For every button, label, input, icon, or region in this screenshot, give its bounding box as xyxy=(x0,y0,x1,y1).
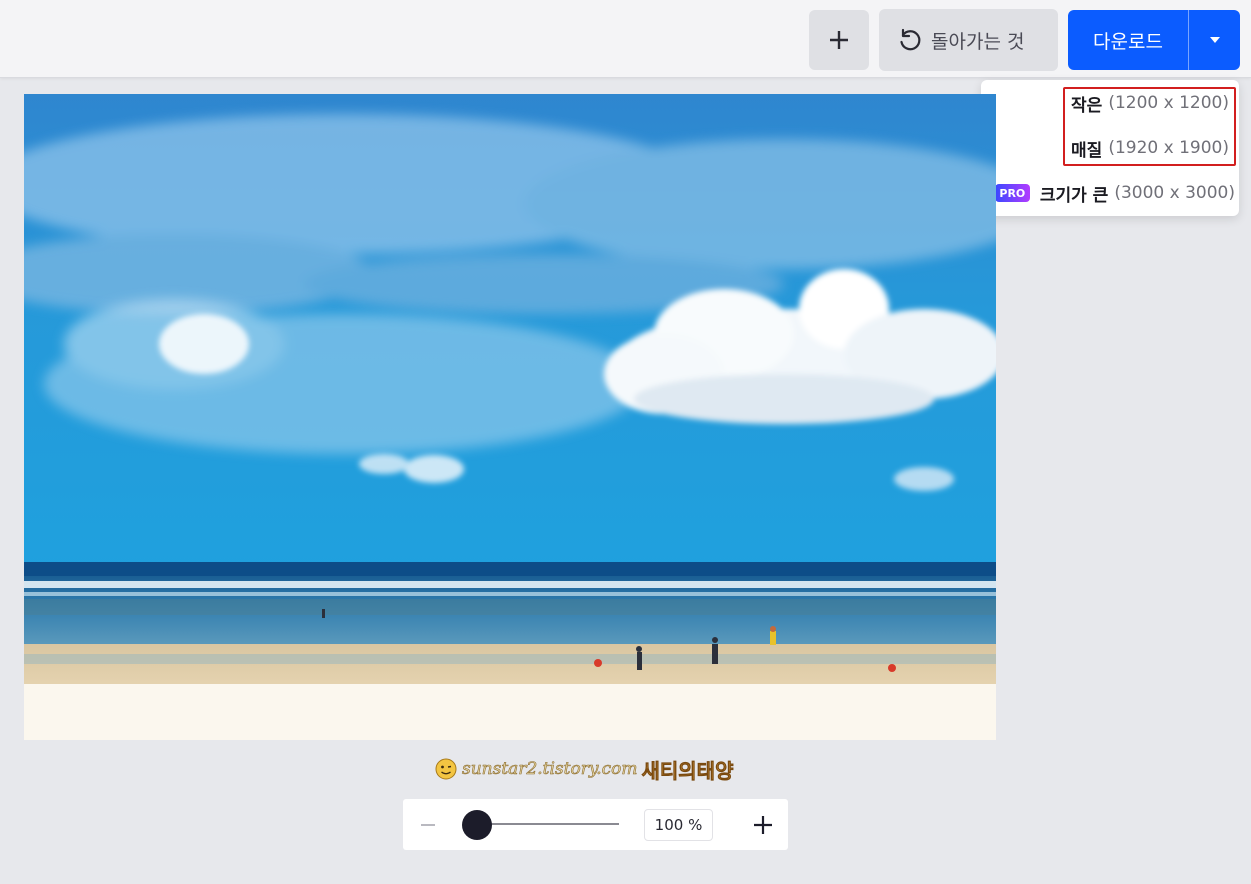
zoom-control: 100 % xyxy=(403,799,788,850)
download-button-group: 다운로드 xyxy=(1068,10,1240,70)
menu-item-size: (1920 x 1900) xyxy=(1108,138,1229,158)
download-size-menu: 작은 (1200 x 1200) 매질 (1920 x 1900) PRO 크기… xyxy=(981,80,1239,216)
menu-item-size: (3000 x 3000) xyxy=(1114,183,1235,203)
undo-icon xyxy=(900,28,921,51)
watermark-url: sunstar2.tistory.com xyxy=(462,759,638,780)
menu-item-medium[interactable]: 매질 (1920 x 1900) xyxy=(1071,136,1229,161)
minus-icon xyxy=(421,824,435,826)
undo-button-label: 돌아가는 것 xyxy=(931,30,1025,53)
beach-photo xyxy=(24,94,996,740)
pro-badge: PRO xyxy=(994,184,1030,202)
menu-item-name: 작은 xyxy=(1071,95,1103,116)
menu-item-name: 크기가 큰 xyxy=(1039,185,1109,206)
photo-canvas[interactable] xyxy=(24,94,996,740)
zoom-slider-thumb[interactable] xyxy=(462,810,492,840)
download-options-toggle[interactable] xyxy=(1189,10,1240,70)
add-button[interactable] xyxy=(809,10,869,70)
caret-down-icon xyxy=(1209,37,1220,43)
zoom-out-button[interactable] xyxy=(415,812,441,838)
zoom-value-display[interactable]: 100 % xyxy=(644,809,713,841)
watermark-name: 새티의태양 xyxy=(641,758,734,783)
top-toolbar: 돌아가는 것 다운로드 xyxy=(0,0,1251,78)
smiley-icon xyxy=(435,758,457,780)
plus-icon xyxy=(830,31,848,49)
watermark: sunstar2.tistory.com 새티의태양 xyxy=(434,755,734,783)
menu-item-large[interactable]: PRO 크기가 큰 (3000 x 3000) xyxy=(994,181,1235,206)
download-button[interactable]: 다운로드 xyxy=(1068,10,1188,70)
menu-item-name: 매질 xyxy=(1071,140,1103,161)
undo-button[interactable]: 돌아가는 것 xyxy=(879,9,1058,71)
menu-item-size: (1200 x 1200) xyxy=(1108,93,1229,113)
menu-item-small[interactable]: 작은 (1200 x 1200) xyxy=(1071,91,1229,116)
plus-icon xyxy=(754,816,772,834)
zoom-in-button[interactable] xyxy=(750,812,776,838)
